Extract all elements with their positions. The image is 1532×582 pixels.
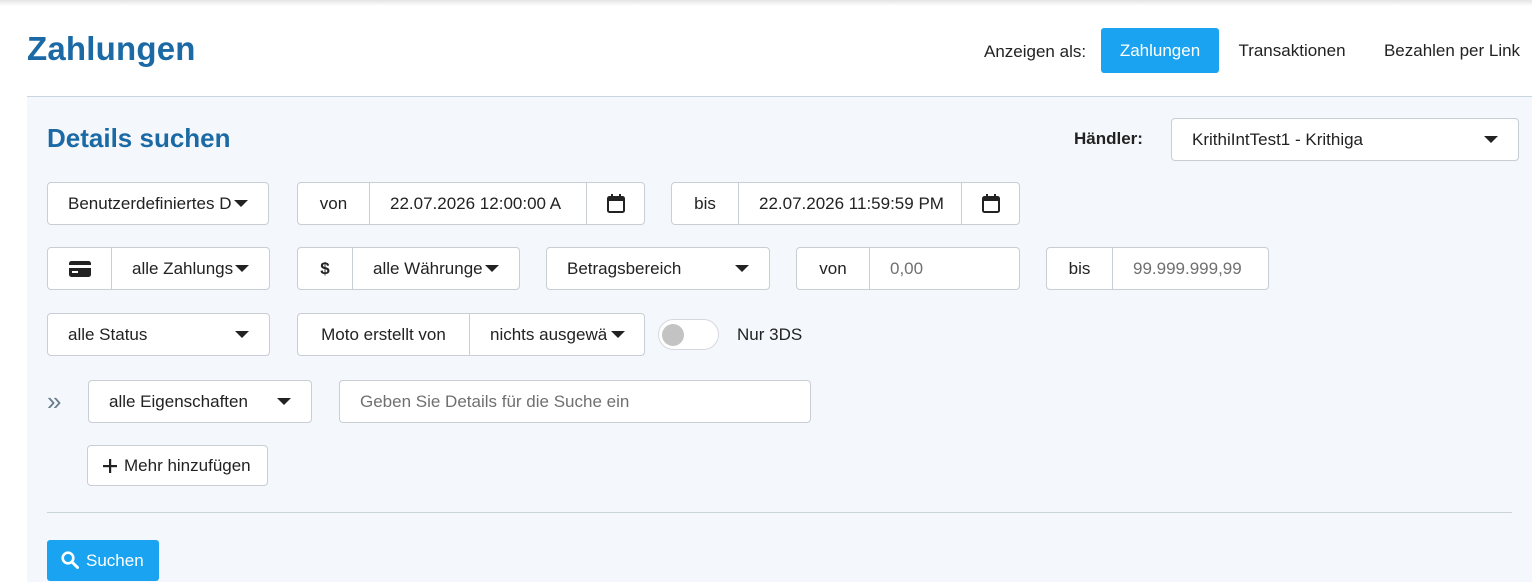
- three-ds-label: Nur 3DS: [737, 325, 803, 344]
- currency-value: alle Währunge: [373, 259, 483, 278]
- view-switch: Anzeigen als: Zahlungen Transaktionen Be…: [0, 28, 1532, 73]
- chevron-down-icon: [735, 265, 749, 272]
- chevron-down-icon: [235, 265, 249, 272]
- payment-type-select[interactable]: alle Zahlungs: [47, 247, 270, 290]
- chevron-down-icon: [485, 265, 499, 272]
- date-from-input[interactable]: 22.07.2026 12:00:00 A: [370, 183, 586, 224]
- status-value: alle Status: [68, 325, 148, 344]
- section-title: Details suchen: [47, 123, 231, 153]
- calendar-icon[interactable]: [607, 194, 625, 213]
- date-to-input[interactable]: 22.07.2026 11:59:59 PM: [739, 183, 961, 224]
- calendar-icon[interactable]: [982, 194, 1000, 213]
- amount-from-label: von: [819, 259, 847, 278]
- amount-from-input[interactable]: 0,00: [870, 248, 1020, 289]
- chevron-down-icon: [277, 398, 291, 405]
- moto-select[interactable]: Moto erstellt von nichts ausgewä: [297, 313, 645, 356]
- search-details-input[interactable]: Geben Sie Details für die Suche ein: [339, 380, 811, 423]
- date-preset-value: Benutzerdefiniertes D: [68, 194, 232, 213]
- toggle-knob: [662, 324, 684, 346]
- chevron-down-icon: [235, 331, 249, 338]
- add-more-label: Mehr hinzufügen: [124, 456, 251, 475]
- search-button[interactable]: Suchen: [47, 540, 159, 581]
- date-from-group: von 22.07.2026 12:00:00 A: [297, 182, 645, 225]
- view-option-pay-by-link[interactable]: Bezahlen per Link: [1372, 28, 1532, 73]
- currency-select[interactable]: $ alle Währunge: [297, 247, 520, 290]
- date-to-group: bis 22.07.2026 11:59:59 PM: [671, 182, 1020, 225]
- property-value: alle Eigenschaften: [109, 392, 248, 411]
- merchant-select-value: KrithiIntTest1 - Krithiga: [1192, 130, 1364, 149]
- date-from-label: von: [319, 194, 348, 213]
- search-details-placeholder: Geben Sie Details für die Suche ein: [360, 392, 630, 411]
- view-switch-label: Anzeigen als:: [984, 42, 1087, 61]
- view-option-payments[interactable]: Zahlungen: [1101, 28, 1219, 73]
- three-ds-toggle[interactable]: [658, 319, 719, 350]
- chevron-down-icon: [611, 331, 625, 338]
- add-more-button[interactable]: Mehr hinzufügen: [87, 445, 268, 486]
- amount-mode-value: Betragsbereich: [567, 259, 682, 278]
- amount-to-group: bis 99.999.999,99: [1046, 247, 1269, 290]
- divider: [961, 183, 962, 224]
- top-shadow: [0, 0, 1532, 6]
- double-chevron-right-icon[interactable]: »: [47, 388, 61, 414]
- search-icon: [61, 551, 79, 569]
- credit-card-icon: [69, 261, 91, 277]
- merchant-label: Händler:: [1074, 129, 1143, 148]
- amount-from-group: von 0,00: [796, 247, 1020, 290]
- search-panel: Details suchen Händler: KrithiIntTest1 -…: [27, 96, 1532, 582]
- amount-to-label: bis: [1068, 259, 1091, 278]
- moto-label: Moto erstellt von: [321, 325, 446, 344]
- chevron-down-icon: [234, 200, 248, 207]
- divider: [586, 183, 587, 224]
- date-to-label: bis: [694, 194, 716, 213]
- view-option-transactions[interactable]: Transaktionen: [1227, 28, 1357, 73]
- payment-type-value: alle Zahlungs: [132, 259, 234, 278]
- merchant-select[interactable]: KrithiIntTest1 - Krithiga: [1171, 118, 1519, 161]
- date-preset-select[interactable]: Benutzerdefiniertes D: [47, 182, 269, 225]
- amount-to-input[interactable]: 99.999.999,99: [1113, 248, 1269, 289]
- status-select[interactable]: alle Status: [47, 313, 270, 356]
- amount-mode-select[interactable]: Betragsbereich: [546, 247, 770, 290]
- property-select[interactable]: alle Eigenschaften: [88, 380, 312, 423]
- divider: [47, 512, 1512, 513]
- search-button-label: Suchen: [86, 551, 144, 570]
- moto-value: nichts ausgewä: [490, 325, 607, 344]
- chevron-down-icon: [1484, 136, 1498, 143]
- dollar-icon: $: [320, 259, 330, 278]
